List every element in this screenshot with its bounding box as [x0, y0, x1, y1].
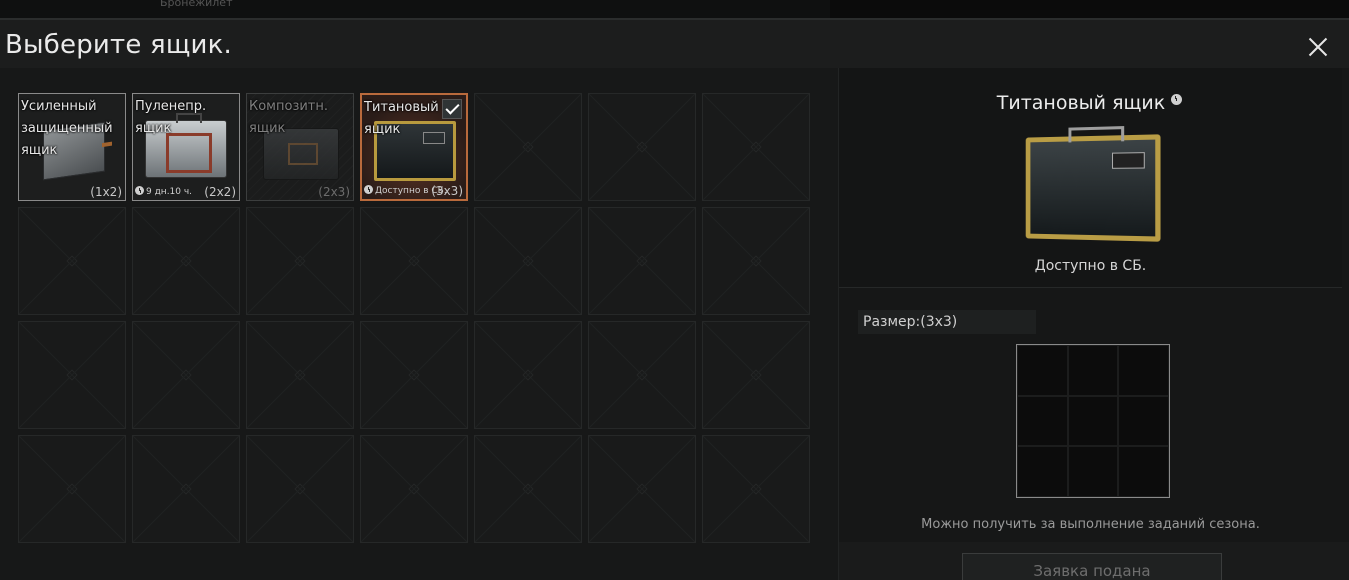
empty-slot — [132, 321, 240, 429]
empty-slot — [360, 207, 468, 315]
empty-slot — [246, 321, 354, 429]
size-grid-cell — [1118, 395, 1169, 447]
empty-slot — [474, 321, 582, 429]
size-grid-cell — [1118, 446, 1169, 497]
clock-icon — [135, 186, 144, 195]
clock-icon — [364, 185, 373, 194]
titanium-case-preview-image — [1025, 134, 1161, 242]
size-grid-cell — [1017, 345, 1068, 396]
empty-slot — [588, 207, 696, 315]
cases-grid: Усиленный защищенный ящик (1x2) Пуленепр… — [18, 93, 810, 543]
unlock-hint: Можно получить за выполнение заданий сез… — [921, 517, 1260, 532]
size-grid-cell — [1067, 446, 1119, 497]
close-icon[interactable] — [1303, 32, 1333, 62]
empty-slot — [702, 435, 810, 543]
empty-slot — [18, 321, 126, 429]
empty-slot — [588, 321, 696, 429]
empty-slot — [132, 435, 240, 543]
size-grid-cell — [1118, 345, 1169, 396]
background-strip: Бронежилет — [0, 0, 1349, 18]
detail-availability: Доступно в СБ. — [1034, 258, 1147, 274]
case-name: Пуленепр. ящик — [135, 99, 207, 136]
case-name: Композитн. ящик — [249, 99, 329, 136]
size-grid-cell — [1067, 395, 1119, 447]
empty-slot — [702, 321, 810, 429]
case-select-dialog: Выберите ящик. Усиленный защищенный ящик… — [0, 18, 1349, 580]
empty-slot — [474, 93, 582, 201]
case-slot-reinforced[interactable]: Усиленный защищенный ящик (1x2) — [18, 93, 126, 201]
empty-slot — [246, 207, 354, 315]
background-text: Бронежилет — [160, 0, 233, 9]
case-name: Усиленный защищенный ящик — [21, 99, 113, 158]
case-size: (2x2) — [204, 185, 236, 199]
empty-slot — [246, 435, 354, 543]
empty-slot — [474, 435, 582, 543]
size-grid-cell — [1017, 446, 1068, 497]
size-grid-preview — [1016, 344, 1170, 498]
empty-slot — [360, 435, 468, 543]
detail-title-text: Титановый ящик — [996, 92, 1166, 114]
case-preview: Титановый ящик Доступно в СБ. — [839, 68, 1342, 288]
empty-slot — [588, 93, 696, 201]
empty-slot — [702, 93, 810, 201]
background-block — [830, 0, 1349, 18]
request-submitted-button[interactable]: Заявка подана — [962, 553, 1222, 580]
clock-icon — [1171, 94, 1183, 105]
selected-check-icon[interactable] — [442, 99, 462, 119]
empty-slot — [702, 207, 810, 315]
case-slot-composite[interactable]: Композитн. ящик (2x3) — [246, 93, 354, 201]
size-grid-cell — [1067, 345, 1119, 396]
case-timer: 9 дн.10 ч. — [135, 186, 192, 197]
dialog-titlebar: Выберите ящик. — [0, 18, 1349, 68]
case-size: (3x3) — [431, 184, 463, 198]
empty-slot — [18, 207, 126, 315]
detail-title: Титановый ящик — [839, 92, 1342, 114]
dialog-title: Выберите ящик. — [5, 30, 232, 60]
cases-panel: Усиленный защищенный ящик (1x2) Пуленепр… — [0, 68, 838, 580]
size-grid-cell — [1017, 395, 1068, 447]
case-slot-titanium[interactable]: Титановый ящик Доступно в СБ. (3x3) — [360, 93, 468, 201]
empty-slot — [588, 435, 696, 543]
case-slot-bulletproof[interactable]: Пуленепр. ящик 9 дн.10 ч. (2x2) — [132, 93, 240, 201]
size-label: Размер:(3x3) — [858, 310, 1036, 334]
case-size: (2x3) — [318, 185, 350, 199]
case-timer-text: 9 дн.10 ч. — [146, 187, 193, 197]
empty-slot — [360, 321, 468, 429]
empty-slot — [132, 207, 240, 315]
empty-slot — [18, 435, 126, 543]
case-name: Титановый ящик — [364, 100, 439, 137]
case-detail-panel: Титановый ящик Доступно в СБ. Размер:(3x… — [838, 68, 1349, 580]
empty-slot — [474, 207, 582, 315]
case-size: (1x2) — [90, 185, 122, 199]
